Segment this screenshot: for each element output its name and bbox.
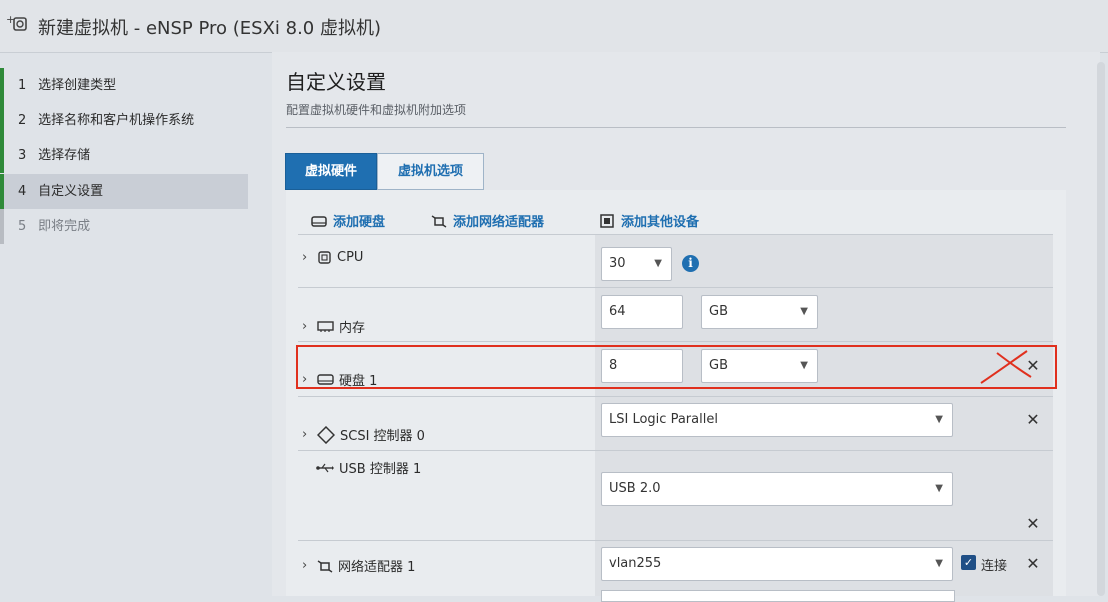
nic-row-toggle[interactable]: › 网络适配器 1 <box>302 556 415 575</box>
network-adapter-icon <box>317 559 333 573</box>
memory-size-input[interactable]: 64 <box>601 295 683 329</box>
memory-row-toggle[interactable]: › 内存 <box>302 317 365 336</box>
step-label: 选择创建类型 <box>38 78 117 93</box>
memory-icon <box>317 321 334 332</box>
remove-nic-button[interactable]: ✕ <box>1025 556 1041 572</box>
step-number: 2 <box>18 113 27 128</box>
remove-scsi-button[interactable]: ✕ <box>1025 412 1041 428</box>
chevron-down-icon: ▼ <box>935 483 943 494</box>
next-row-field[interactable] <box>601 590 955 602</box>
scsi-type-value: LSI Logic Parallel <box>609 412 718 427</box>
row-divider <box>298 540 1053 541</box>
scsi-row-toggle[interactable]: › SCSI 控制器 0 <box>302 425 425 444</box>
row-divider <box>298 396 1053 397</box>
usb-icon <box>316 463 334 472</box>
chevron-down-icon: ▼ <box>654 258 662 269</box>
row-divider <box>298 341 1053 342</box>
network-adapter-icon <box>431 214 447 228</box>
new-vm-icon: + <box>6 13 27 31</box>
annotation-highlight-box <box>296 345 1057 389</box>
page-title: 自定义设置 <box>286 70 386 94</box>
disk-icon <box>311 215 327 227</box>
page-subtitle: 配置虚拟机硬件和虚拟机附加选项 <box>286 103 467 117</box>
usb-row-label: USB 控制器 1 <box>316 458 421 477</box>
chevron-down-icon: ▼ <box>800 306 808 317</box>
window-title: 新建虚拟机 - eNSP Pro (ESXi 8.0 虚拟机) <box>38 18 382 39</box>
nic-label: 网络适配器 1 <box>338 560 416 575</box>
usb-label: USB 控制器 1 <box>339 462 422 477</box>
nic-network-value: vlan255 <box>609 556 662 571</box>
row-divider <box>298 450 1053 451</box>
scsi-label: SCSI 控制器 0 <box>340 429 425 444</box>
add-nic-label: 添加网络适配器 <box>453 215 545 230</box>
memory-label: 内存 <box>339 321 366 336</box>
chevron-down-icon: ▼ <box>935 558 943 569</box>
cpu-row-toggle[interactable]: › CPU <box>302 250 363 265</box>
chevron-right-icon: › <box>302 558 308 573</box>
remove-usb-button[interactable]: ✕ <box>1025 516 1041 532</box>
cpu-icon <box>318 251 331 264</box>
wizard-step-5[interactable]: 5 即将完成 <box>0 209 248 244</box>
step-number: 5 <box>18 219 27 234</box>
connect-label: 连接 <box>981 559 1008 574</box>
add-nic-button[interactable]: 添加网络适配器 <box>431 211 544 230</box>
row-divider <box>298 287 1053 288</box>
wizard-step-1[interactable]: 1 选择创建类型 <box>0 68 248 103</box>
chevron-right-icon: › <box>302 319 308 334</box>
annotation-cross-mark <box>980 350 1032 384</box>
usb-type-select[interactable]: USB 2.0 ▼ <box>601 472 953 506</box>
tab-virtual-hardware[interactable]: 虚拟硬件 <box>285 153 377 190</box>
step-label: 即将完成 <box>38 219 91 234</box>
memory-unit-select[interactable]: GB ▼ <box>701 295 818 329</box>
step-number: 4 <box>18 184 27 199</box>
wizard-step-2[interactable]: 2 选择名称和客户机操作系统 <box>0 103 248 138</box>
step-label: 选择名称和客户机操作系统 <box>38 113 195 128</box>
usb-type-value: USB 2.0 <box>609 481 661 496</box>
row-divider <box>298 234 1053 235</box>
wizard-step-4[interactable]: 4 自定义设置 <box>0 174 248 209</box>
memory-unit-value: GB <box>709 304 728 319</box>
add-disk-label: 添加硬盘 <box>333 215 386 230</box>
add-disk-button[interactable]: 添加硬盘 <box>311 211 385 230</box>
connect-checkbox[interactable]: ✓ <box>961 555 976 570</box>
other-device-icon <box>600 213 614 228</box>
nic-network-select[interactable]: vlan255 ▼ <box>601 547 953 581</box>
chevron-right-icon: › <box>302 427 308 442</box>
step-number: 3 <box>18 148 27 163</box>
step-label: 选择存储 <box>38 148 91 163</box>
tab-vm-options[interactable]: 虚拟机选项 <box>377 153 484 190</box>
cpu-select[interactable]: 30 ▼ <box>601 247 672 281</box>
add-other-device-button[interactable]: 添加其他设备 <box>599 211 699 230</box>
wizard-step-3[interactable]: 3 选择存储 <box>0 138 248 173</box>
divider <box>286 127 1066 128</box>
step-number: 1 <box>18 78 27 93</box>
cpu-label: CPU <box>337 250 364 265</box>
window-titlebar: + 新建虚拟机 - eNSP Pro (ESXi 8.0 虚拟机) <box>0 0 1108 53</box>
vertical-scrollbar[interactable] <box>1097 62 1105 596</box>
scsi-type-select[interactable]: LSI Logic Parallel ▼ <box>601 403 953 437</box>
cpu-value: 30 <box>609 256 626 271</box>
step-label: 自定义设置 <box>38 184 104 199</box>
scsi-controller-icon <box>317 425 335 444</box>
chevron-right-icon: › <box>302 250 308 265</box>
chevron-down-icon: ▼ <box>935 414 943 425</box>
info-icon[interactable]: i <box>682 255 699 272</box>
add-other-label: 添加其他设备 <box>621 215 700 230</box>
